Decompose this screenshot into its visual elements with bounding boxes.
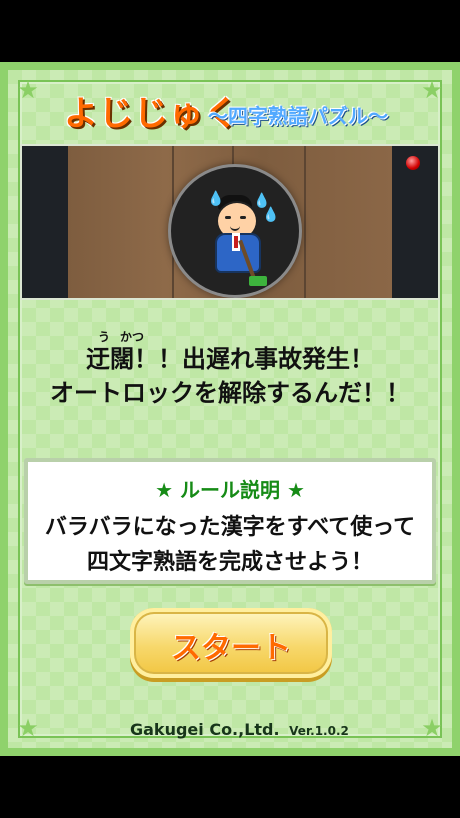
story-illustration: 💧 💧 💧 — [20, 144, 440, 300]
rules-line-1: バラバラになった漢字をすべて使って — [44, 515, 416, 540]
company-name: Gakugei Co.,Ltd. — [130, 720, 280, 739]
footer-credit: Gakugei Co.,Ltd. Ver.1.0.2 — [130, 720, 349, 739]
door-panel-line — [304, 146, 306, 298]
game-logo: よじじゅく 〜四字熟語パズル〜 — [64, 86, 404, 134]
broom-head — [249, 276, 267, 286]
logo-subtitle: 〜四字熟語パズル〜 — [208, 104, 388, 128]
corner-decoration-icon: ★ — [17, 76, 39, 104]
rules-title: ★ ルール説明 ★ — [155, 478, 305, 502]
corner-decoration-icon: ★ — [421, 76, 443, 104]
character-eye — [225, 216, 231, 219]
start-button-label: スタート — [171, 631, 291, 666]
story-line-2: オートロックを解除するんだ！！ — [50, 379, 410, 407]
character-spotlight: 💧 💧 💧 — [168, 164, 302, 298]
story-text: 迂闊！！出遅れ事故発生！ オートロックを解除するんだ！！ — [44, 342, 416, 410]
rules-line-2: 四文字熟語を完成させよう！ — [86, 550, 373, 575]
story-line-1: 迂闊！！出遅れ事故発生！ — [86, 345, 374, 373]
game-screen: ★ ★ ★ ★ よじじゅく 〜四字熟語パズル〜 💧 💧 💧 う かつ 迂闊！！出… — [0, 0, 460, 818]
version-text: Ver.1.0.2 — [289, 724, 349, 738]
character-eye — [240, 216, 246, 219]
sweat-drop-icon: 💧 — [207, 191, 225, 207]
corner-decoration-icon: ★ — [421, 714, 443, 742]
rules-text: バラバラになった漢字をすべて使って 四文字熟語を完成させよう！ — [28, 510, 432, 580]
sweat-drop-icon: 💧 — [262, 207, 280, 223]
rules-panel: ★ ルール説明 ★ バラバラになった漢字をすべて使って 四文字熟語を完成させよう… — [24, 458, 436, 584]
character-tie — [234, 236, 238, 248]
left-door-frame — [22, 146, 68, 298]
corner-decoration-icon: ★ — [17, 714, 39, 742]
start-button[interactable]: スタート — [130, 608, 332, 678]
red-light-icon — [406, 156, 420, 170]
